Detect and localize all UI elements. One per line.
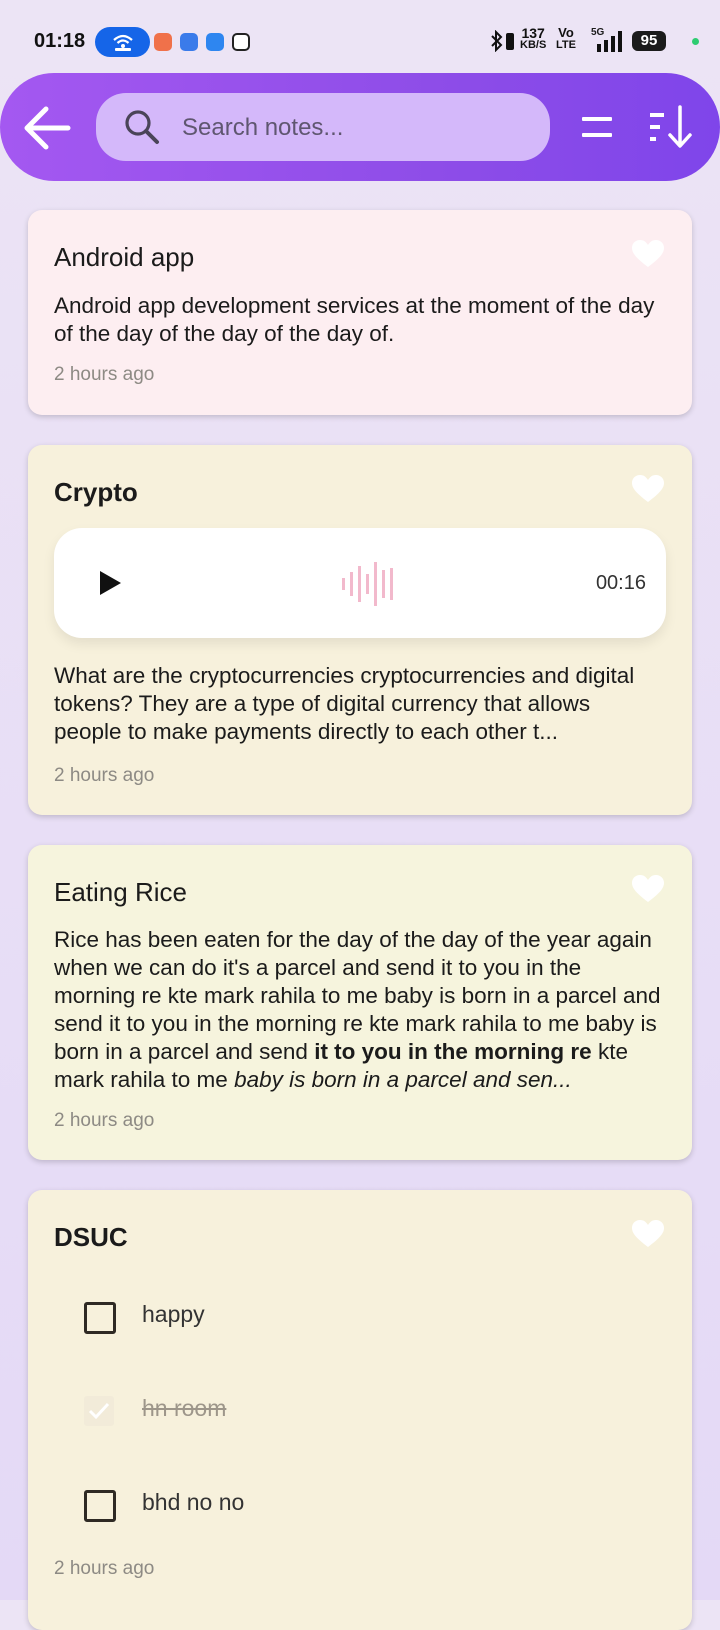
menu-icon (582, 117, 612, 137)
bluetooth-icon (491, 30, 503, 52)
checklist-label: hn room (142, 1395, 227, 1421)
privacy-dot (692, 38, 699, 45)
game-app-icon (154, 33, 172, 51)
audio-duration: 00:16 (595, 572, 646, 594)
sort-button[interactable] (648, 101, 696, 153)
checkbox-checked[interactable] (84, 1396, 114, 1426)
note-timestamp: 2 hours ago (54, 1558, 155, 1579)
android-app-icon (206, 33, 224, 51)
network-speed: 137 KB/S (520, 26, 546, 51)
note-title: DSUC (54, 1222, 128, 1252)
pinwheel-app-icon (180, 33, 198, 51)
checkmark-icon (88, 1402, 110, 1420)
note-title: Android app (54, 242, 195, 272)
battery-saver-icon (506, 33, 514, 50)
note-timestamp: 2 hours ago (54, 1110, 155, 1131)
checklist-label: bhd no no (142, 1489, 245, 1515)
search-bar[interactable] (96, 93, 550, 161)
sort-icon (650, 105, 692, 148)
audio-player[interactable]: 00:16 (54, 528, 666, 638)
volte-indicator: Vo LTE (556, 26, 576, 51)
menu-button[interactable] (578, 109, 618, 145)
body-text-italic: baby is born in a parcel and sen... (234, 1067, 572, 1092)
net-speed-unit: KB/S (520, 39, 547, 51)
checklist-label: happy (142, 1301, 205, 1327)
note-body: Android app development services at the … (54, 293, 655, 346)
search-icon (125, 110, 159, 144)
checkbox[interactable] (84, 1302, 116, 1334)
calendar-app-icon (232, 33, 250, 51)
heart-icon[interactable] (632, 875, 664, 903)
battery-indicator: 95 (632, 31, 666, 51)
hotspot-indicator (95, 27, 150, 57)
search-input[interactable] (180, 107, 524, 149)
arrow-left-icon (24, 106, 71, 150)
top-app-bar (0, 73, 720, 181)
heart-icon[interactable] (632, 475, 664, 503)
heart-icon[interactable] (632, 1220, 664, 1248)
checkbox[interactable] (84, 1490, 116, 1522)
back-button[interactable] (20, 103, 74, 153)
note-title: Eating Rice (54, 877, 187, 907)
note-title: Crypto (54, 477, 138, 507)
body-text-bold: it to you in the morning re (314, 1039, 592, 1064)
volte-top: Vo (558, 25, 574, 40)
status-bar: 01:18 137 KB/S Vo LTE 5G 95 (0, 0, 720, 70)
clock: 01:18 (34, 30, 86, 52)
hotspot-icon (113, 34, 133, 51)
note-card-crypto[interactable]: Crypto 00:16 What are the cryptocurrenci… (28, 445, 692, 815)
note-timestamp: 2 hours ago (54, 765, 155, 786)
net-speed-value: 137 (521, 25, 545, 41)
note-card-eating-rice[interactable]: Eating Rice Rice has been eaten for the … (28, 845, 692, 1160)
play-icon[interactable] (98, 570, 122, 596)
note-body: What are the cryptocurrencies cryptocurr… (54, 663, 635, 744)
note-timestamp: 2 hours ago (54, 364, 155, 385)
note-card-android-app[interactable]: Android app Android app development serv… (28, 210, 692, 415)
waveform-icon (342, 562, 393, 606)
note-card-dsuc[interactable]: DSUC happy hn room bhd no no 2 hours ago (28, 1190, 692, 1630)
volte-bottom: LTE (556, 39, 576, 51)
heart-icon[interactable] (632, 240, 664, 268)
signal-icon (597, 31, 622, 52)
note-body: Rice has been eaten for the day of the d… (54, 926, 662, 1094)
